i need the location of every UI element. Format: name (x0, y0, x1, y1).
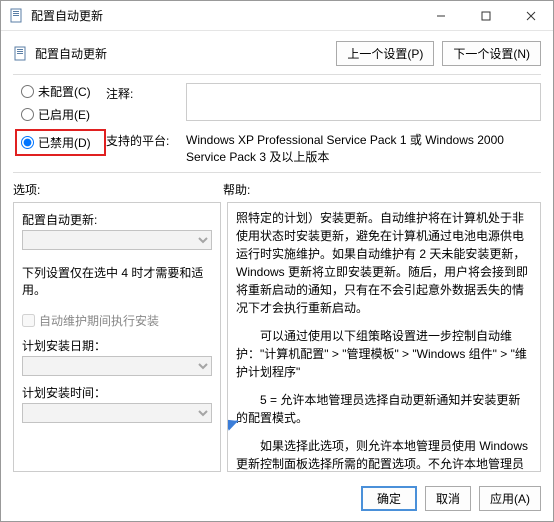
dialog-window: 配置自动更新 配置自动更新 上一个设置(P) 下一个设置(N) 未配置(C) (0, 0, 554, 522)
header-title: 配置自动更新 (35, 45, 107, 62)
help-paragraph: 5 = 允许本地管理员选择自动更新通知并安装更新的配置模式。 (236, 391, 532, 427)
options-section-label: 选项: (13, 181, 223, 198)
install-day-label: 计划安装日期： (22, 337, 212, 354)
state-radio-group: 未配置(C) 已启用(E) 已禁用(D) (21, 83, 106, 156)
platform-label: 支持的平台: (106, 130, 186, 168)
titlebar: 配置自动更新 (1, 1, 553, 31)
maximize-button[interactable] (463, 1, 508, 31)
app-icon (9, 8, 25, 24)
config-update-label: 配置自动更新: (22, 211, 212, 228)
auto-maintenance-label: 自动维护期间执行安装 (39, 312, 159, 329)
next-setting-button[interactable]: 下一个设置(N) (442, 41, 541, 66)
platform-text: Windows XP Professional Service Pack 1 或… (186, 130, 541, 168)
help-paragraph: 照特定的计划）安装更新。自动维护将在计算机处于非使用状态时安装更新，避免在计算机… (236, 209, 532, 317)
radio-enabled[interactable]: 已启用(E) (21, 106, 106, 123)
comment-textarea[interactable] (186, 83, 541, 121)
radio-enabled-label: 已启用(E) (38, 106, 90, 123)
radio-disabled[interactable]: 已禁用(D) (21, 134, 98, 151)
install-time-select[interactable] (22, 403, 212, 423)
comment-label: 注释: (106, 83, 186, 124)
ok-button[interactable]: 确定 (361, 486, 417, 511)
highlight-box-disabled: 已禁用(D) (15, 129, 106, 156)
options-panel: 配置自动更新: 下列设置仅在选中 4 时才需要和适用。 自动维护期间执行安装 计… (13, 202, 221, 472)
radio-not-configured[interactable]: 未配置(C) (21, 83, 106, 100)
help-paragraph: 可以通过使用以下组策略设置进一步控制自动维护："计算机配置" > "管理模板" … (236, 327, 532, 381)
help-scroll[interactable]: 照特定的计划）安装更新。自动维护将在计算机处于非使用状态时安装更新，避免在计算机… (228, 203, 540, 471)
apply-button[interactable]: 应用(A) (479, 486, 541, 511)
config-update-select[interactable] (22, 230, 212, 250)
install-time-label: 计划安装时间： (22, 384, 212, 401)
radio-enabled-input[interactable] (21, 108, 34, 121)
help-paragraph: 如果选择此选项，则允许本地管理员使用 Windows 更新控制面板选择所需的配置… (236, 437, 532, 471)
help-panel: 照特定的计划）安装更新。自动维护将在计算机处于非使用状态时安装更新，避免在计算机… (227, 202, 541, 472)
cancel-button[interactable]: 取消 (425, 486, 471, 511)
radio-disabled-input[interactable] (21, 136, 34, 149)
header: 配置自动更新 上一个设置(P) 下一个设置(N) (1, 31, 553, 74)
prev-setting-button[interactable]: 上一个设置(P) (336, 41, 434, 66)
auto-maintenance-checkbox[interactable] (22, 314, 35, 327)
minimize-button[interactable] (418, 1, 463, 31)
radio-disabled-label: 已禁用(D) (38, 134, 91, 151)
options-note: 下列设置仅在选中 4 时才需要和适用。 (22, 264, 212, 298)
header-icon (13, 46, 29, 62)
radio-not-configured-label: 未配置(C) (38, 83, 91, 100)
install-day-select[interactable] (22, 356, 212, 376)
close-button[interactable] (508, 1, 553, 31)
auto-maintenance-checkbox-row[interactable]: 自动维护期间执行安装 (22, 312, 212, 329)
footer: 确定 取消 应用(A) (1, 478, 553, 521)
window-title: 配置自动更新 (31, 7, 418, 24)
radio-not-configured-input[interactable] (21, 85, 34, 98)
help-section-label: 帮助: (223, 181, 250, 198)
